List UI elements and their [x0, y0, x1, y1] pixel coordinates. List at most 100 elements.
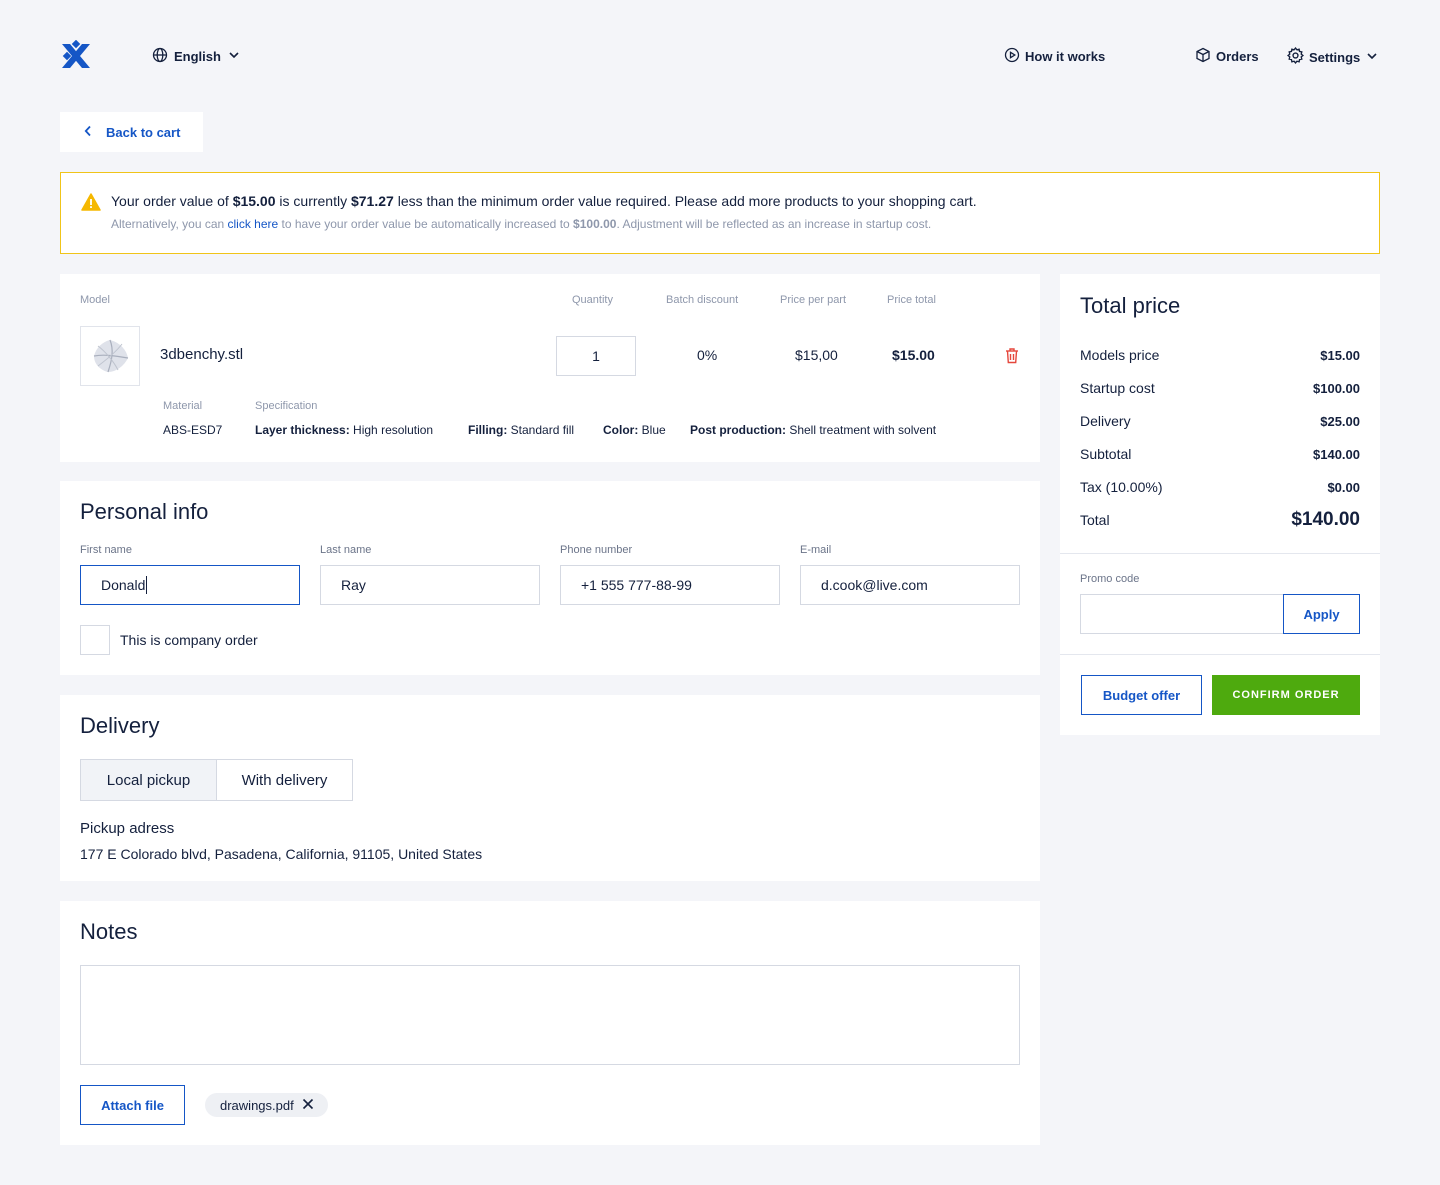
box-icon	[1195, 47, 1211, 66]
summary-row-label: Delivery	[1080, 413, 1131, 429]
price-total-value: $15.00	[892, 347, 935, 363]
total-value: $140.00	[1291, 509, 1360, 530]
nav-orders-label: Orders	[1216, 49, 1259, 64]
promo-code-label: Promo code	[1080, 573, 1140, 585]
pickup-address-title: Pickup adress	[80, 820, 175, 837]
with-delivery-option[interactable]: With delivery	[216, 759, 353, 801]
material-value: ABS-ESD7	[163, 423, 223, 437]
warning-icon	[81, 193, 101, 216]
alert-text: less than the minimum order value requir…	[393, 193, 977, 209]
email-field[interactable]: d.cook@live.com	[800, 565, 1020, 605]
column-header-quantity: Quantity	[572, 294, 613, 306]
price-per-part-value: $15,00	[795, 347, 838, 363]
summary-row-value: $15.00	[1320, 348, 1360, 363]
back-to-cart-button[interactable]: Back to cart	[60, 112, 203, 152]
spec-key: Color:	[603, 423, 639, 437]
globe-icon	[152, 47, 168, 66]
language-label: English	[174, 49, 221, 64]
close-icon[interactable]	[302, 1098, 314, 1113]
summary-row-value: $140.00	[1313, 447, 1360, 462]
notes-card: Notes Attach file drawings.pdf	[60, 901, 1040, 1145]
chevron-left-icon	[84, 125, 92, 140]
specification-label: Specification	[255, 400, 318, 412]
last-name-value: Ray	[341, 577, 366, 593]
delete-icon[interactable]	[1004, 347, 1020, 369]
nav-orders[interactable]: Orders	[1195, 47, 1259, 66]
notes-textarea[interactable]	[80, 965, 1020, 1065]
alert-hint-text: . Adjustment will be reflected as an inc…	[616, 217, 932, 231]
column-header-batch-discount: Batch discount	[666, 294, 739, 306]
alert-increase-value: $100.00	[573, 217, 617, 231]
alert-hint-text: Alternatively, you can	[111, 217, 228, 231]
first-name-field[interactable]: Donald	[80, 565, 300, 605]
notes-title: Notes	[80, 919, 138, 944]
batch-discount-value: 0%	[697, 347, 718, 363]
total-label: Total	[1080, 512, 1110, 528]
spec-layer-thickness: Layer thickness: High resolution	[255, 423, 433, 437]
summary-row-label: Subtotal	[1080, 446, 1132, 462]
spec-post-production: Post production: Shell treatment with so…	[690, 423, 936, 437]
last-name-label: Last name	[320, 544, 372, 556]
quantity-input[interactable]: 1	[556, 336, 636, 376]
spec-value: High resolution	[349, 423, 434, 437]
spec-key: Post production:	[690, 423, 786, 437]
promo-code-input[interactable]	[1080, 594, 1284, 634]
spec-value: Blue	[638, 423, 666, 437]
attach-file-button[interactable]: Attach file	[80, 1085, 185, 1125]
language-selector[interactable]: English	[152, 47, 241, 66]
nav-how-it-works-label: How it works	[1025, 49, 1106, 64]
column-header-price-per-part: Price per part	[780, 294, 847, 306]
spec-value: Shell treatment with solvent	[786, 423, 937, 437]
confirm-order-button[interactable]: CONFIRM ORDER	[1212, 675, 1360, 715]
delivery-card: Delivery Local pickup With delivery Pick…	[60, 695, 1040, 881]
play-circle-icon	[1004, 47, 1020, 66]
summary-row-value: $0.00	[1327, 480, 1360, 495]
attachment-name: drawings.pdf	[220, 1097, 294, 1113]
model-thumbnail[interactable]	[80, 326, 140, 386]
increase-order-link[interactable]: click here	[228, 217, 279, 231]
alert-order-value: $15.00	[232, 193, 276, 209]
last-name-field[interactable]: Ray	[320, 565, 540, 605]
attachment-chip: drawings.pdf	[205, 1093, 328, 1117]
local-pickup-option[interactable]: Local pickup	[80, 759, 217, 801]
alert-hint-text: to have your order value be automaticall…	[278, 217, 574, 231]
column-header-model: Model	[80, 294, 110, 306]
chevron-down-icon	[227, 48, 241, 65]
personal-info-card: Personal info First name Last name Phone…	[60, 481, 1040, 675]
chevron-down-icon	[1365, 49, 1379, 66]
back-to-cart-label: Back to cart	[106, 124, 181, 140]
summary-row-label: Models price	[1080, 347, 1160, 363]
nav-settings-label: Settings	[1309, 49, 1361, 65]
summary-row-value: $100.00	[1313, 381, 1360, 396]
alert-text: Your order value of	[111, 193, 233, 209]
material-label: Material	[163, 400, 203, 412]
summary-row-label: Startup cost	[1080, 380, 1155, 396]
divider	[1060, 553, 1380, 554]
phone-value: +1 555 777-88-99	[581, 577, 692, 593]
email-label: E-mail	[800, 544, 832, 556]
total-price-title: Total price	[1080, 293, 1181, 318]
company-order-label[interactable]: This is company order	[120, 632, 258, 648]
personal-info-title: Personal info	[80, 499, 209, 524]
alert-hint: Alternatively, you can click here to hav…	[111, 217, 931, 231]
text-cursor	[146, 576, 148, 594]
summary-row-value: $25.00	[1320, 414, 1360, 429]
cart-items-card: Model Quantity Batch discount Price per …	[60, 274, 1040, 462]
nav-settings[interactable]: Settings	[1286, 46, 1379, 67]
budget-offer-button[interactable]: Budget offer	[1081, 675, 1202, 715]
total-price-card: Total price Models price $15.00 Startup …	[1060, 274, 1380, 735]
spec-color: Color: Blue	[603, 423, 666, 437]
first-name-label: First name	[80, 544, 132, 556]
brand-logo[interactable]	[60, 39, 92, 72]
model-name[interactable]: 3dbenchy.stl	[160, 346, 243, 363]
nav-how-it-works[interactable]: How it works	[1004, 47, 1105, 66]
alert-text: is currently	[275, 193, 351, 209]
gear-icon	[1286, 46, 1305, 67]
phone-field[interactable]: +1 555 777-88-99	[560, 565, 780, 605]
spec-filling: Filling: Standard fill	[468, 423, 574, 437]
spec-key: Filling:	[468, 423, 508, 437]
summary-row-label: Tax (10.00%)	[1080, 479, 1163, 495]
apply-promo-button[interactable]: Apply	[1283, 594, 1360, 634]
alert-shortfall: $71.27	[350, 193, 394, 209]
company-order-checkbox[interactable]	[80, 625, 110, 655]
